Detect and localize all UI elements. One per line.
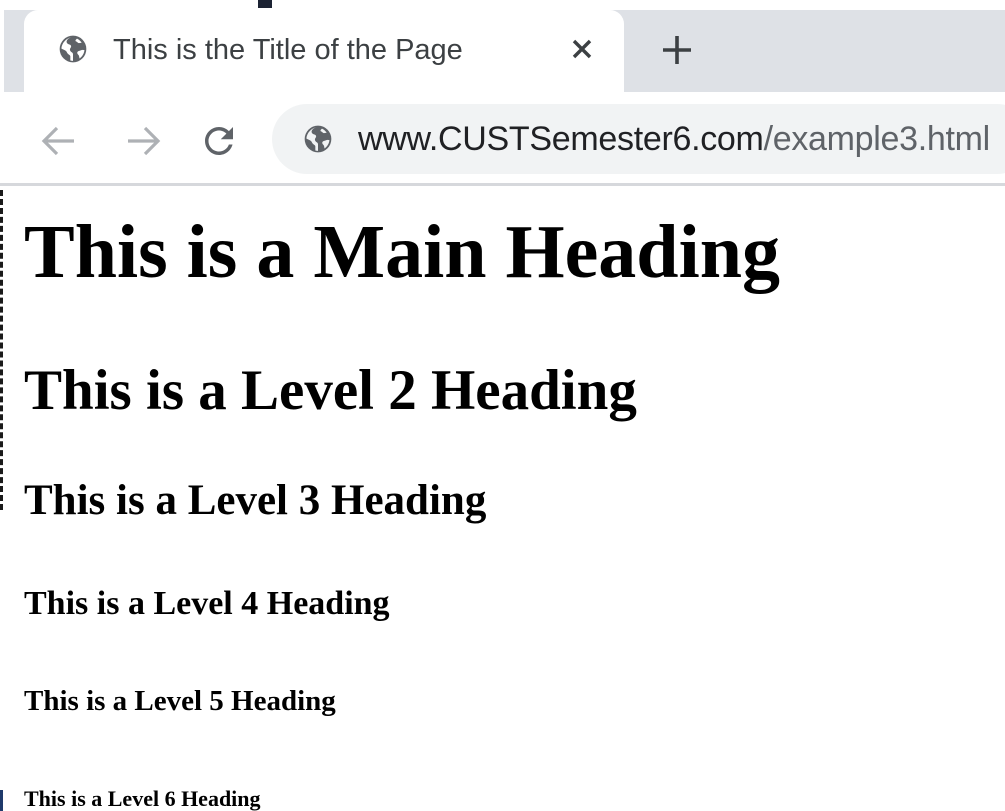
tab-strip-top-edge <box>0 0 1005 10</box>
address-bar[interactable]: www.CUSTSemester6.com/example3.html <box>272 104 1005 174</box>
tab-title: This is the Title of the Page <box>113 34 463 66</box>
globe-icon[interactable] <box>302 123 334 155</box>
browser-tab[interactable]: This is the Title of the Page <box>24 10 624 94</box>
heading-level-1: This is a Main Heading <box>24 210 780 294</box>
reload-icon[interactable] <box>198 120 240 162</box>
close-icon[interactable] <box>568 35 596 63</box>
selection-edge-lower <box>0 790 3 811</box>
heading-level-4: This is a Level 4 Heading <box>24 585 390 622</box>
window-edge-artifact <box>258 0 272 8</box>
arrow-left-icon[interactable] <box>40 122 78 160</box>
heading-level-3: This is a Level 3 Heading <box>24 477 487 524</box>
globe-icon <box>57 33 89 65</box>
arrow-right-icon[interactable] <box>124 122 162 160</box>
plus-icon[interactable] <box>660 33 694 67</box>
heading-level-5: This is a Level 5 Heading <box>24 685 336 717</box>
url-text[interactable]: www.CUSTSemester6.com/example3.html <box>358 117 990 161</box>
selection-edge <box>0 190 3 510</box>
heading-level-6: This is a Level 6 Heading <box>24 786 261 811</box>
heading-level-2: This is a Level 2 Heading <box>24 359 637 422</box>
url-host: www.CUSTSemester6.com <box>358 120 764 158</box>
url-path: /example3.html <box>763 120 991 158</box>
